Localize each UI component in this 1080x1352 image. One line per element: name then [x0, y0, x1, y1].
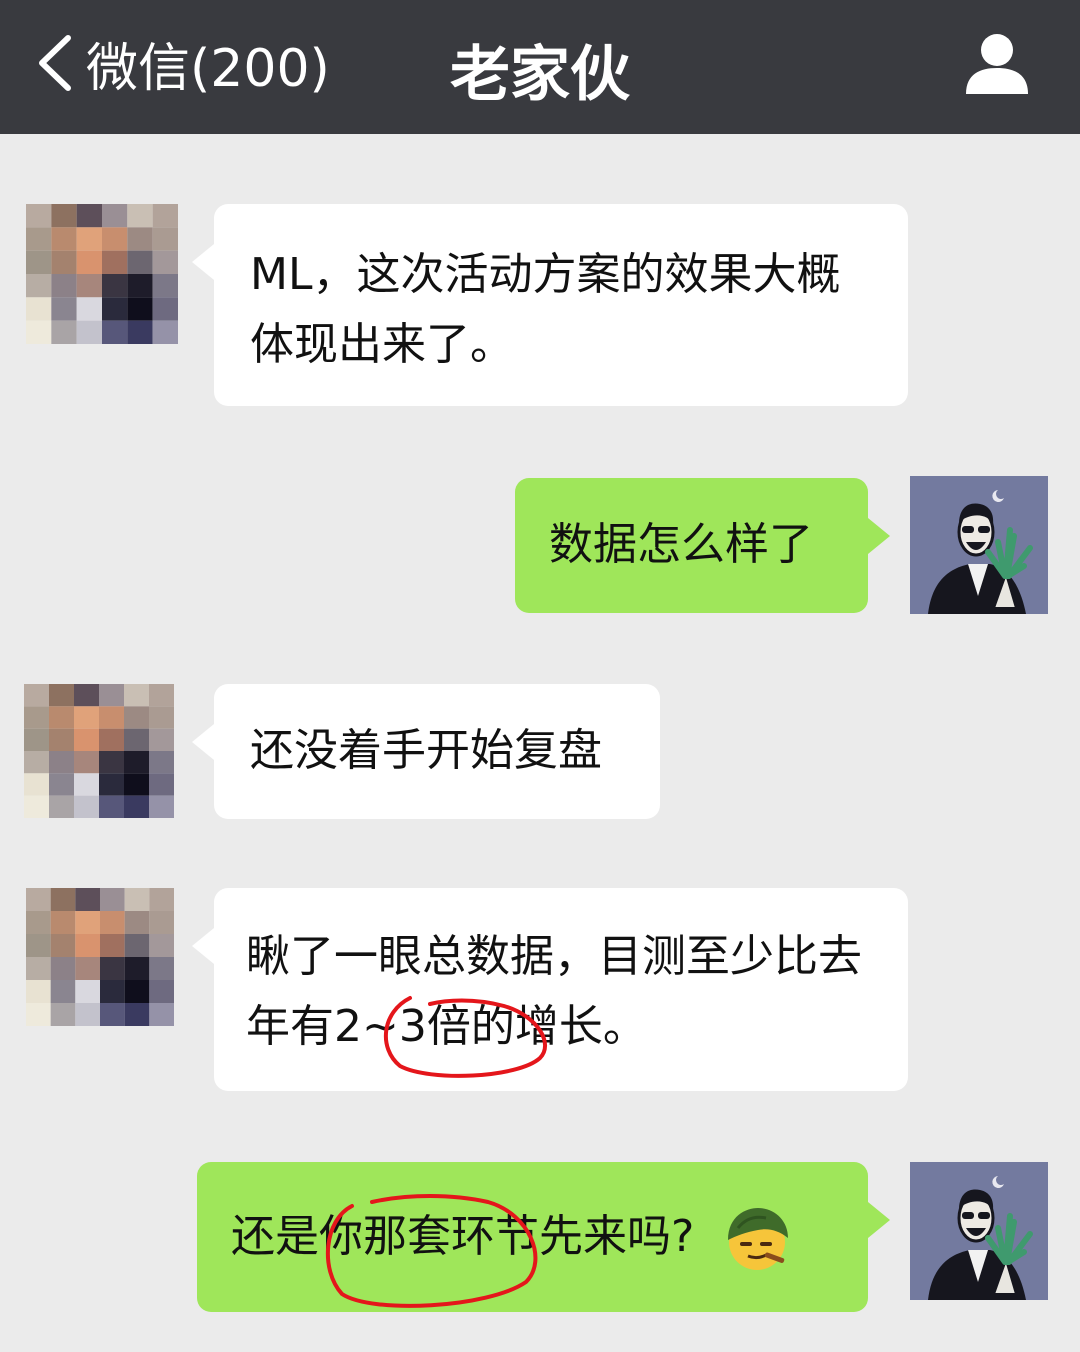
message-text: 还是	[231, 1211, 319, 1262]
contact-avatar[interactable]	[26, 888, 174, 1026]
highlighted-text: 你那套环节	[319, 1211, 539, 1262]
user-avatar[interactable]	[910, 1162, 1048, 1300]
bubble-tail	[192, 928, 214, 964]
bubble-tail	[192, 724, 214, 760]
chat-title: 老家伙	[450, 40, 630, 110]
user-avatar[interactable]	[910, 476, 1048, 614]
title-bar: 微信(200) 老家伙	[0, 0, 1080, 134]
contact-avatar[interactable]	[26, 204, 178, 344]
smirk-emoji-icon	[728, 1208, 789, 1270]
message-bubble[interactable]: 数据怎么样了	[515, 478, 890, 613]
highlighted-text: 2~3倍	[334, 1001, 471, 1052]
message-text: 先来吗?	[539, 1211, 695, 1262]
message-bubble[interactable]: ML，这次活动方案的效果大概体现出来了。	[192, 204, 908, 406]
message-bubble[interactable]: 还没着手开始复盘	[192, 684, 660, 819]
message-bubble[interactable]: 还是你那套环节先来吗?	[197, 1162, 890, 1312]
bubble-tail	[192, 244, 214, 280]
bubble-tail	[868, 1202, 890, 1238]
message-text: 的增长。	[470, 1001, 647, 1052]
message-text: ML，这次活动方案的效果大概体现出来了。	[250, 249, 841, 370]
bubble-tail	[868, 518, 890, 554]
message-text: 数据怎么样了	[549, 519, 813, 570]
message-bubble[interactable]: 瞅了一眼总数据，目测至少比去年有2~3倍的增长。	[192, 888, 908, 1091]
message-text: 还没着手开始复盘	[250, 725, 602, 776]
contact-avatar[interactable]	[24, 684, 174, 818]
person-icon[interactable]	[964, 30, 1030, 96]
